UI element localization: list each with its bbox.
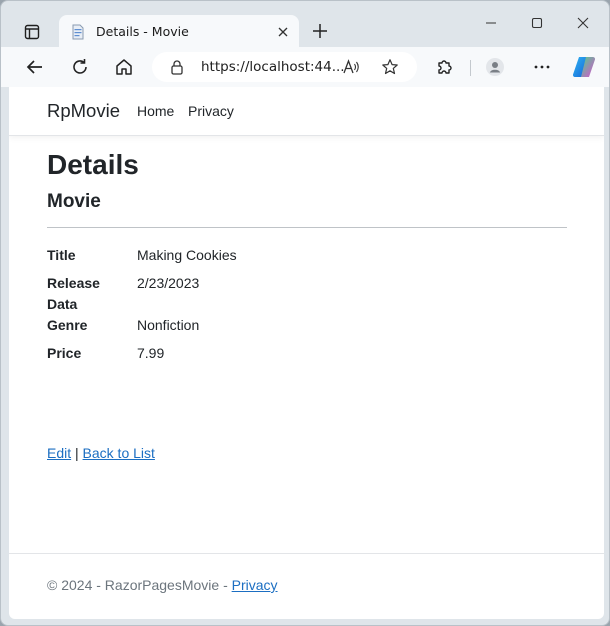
maximize-icon[interactable] [527, 13, 547, 33]
nav-link-privacy[interactable]: Privacy [188, 103, 234, 119]
read-aloud-icon[interactable] [342, 58, 360, 76]
browser-window: Details - Movie https://localhost:44... … [0, 0, 610, 626]
plus-icon[interactable] [311, 22, 329, 40]
tab-title: Details - Movie [96, 24, 189, 39]
footer-privacy-link[interactable]: Privacy [232, 577, 278, 593]
toolbar-divider [470, 60, 471, 76]
profile-icon[interactable] [485, 57, 505, 77]
home-icon[interactable] [114, 57, 134, 77]
field-label-title: Title [47, 247, 76, 263]
field-value-price: 7.99 [137, 345, 165, 361]
brand-link[interactable]: RpMovie [47, 100, 120, 122]
browser-toolbar: https://localhost:44... [1, 47, 609, 87]
address-bar[interactable]: https://localhost:44... [152, 52, 417, 82]
site-navbar: RpMovie Home Privacy [9, 87, 604, 136]
field-label-release-data: Release Data [47, 275, 100, 312]
more-icon[interactable] [532, 57, 552, 77]
back-arrow-icon[interactable] [25, 57, 45, 77]
footer-text: © 2024 - RazorPagesMovie - Privacy [47, 577, 278, 593]
url-text[interactable]: https://localhost:44... [201, 59, 345, 75]
back-to-list-link[interactable]: Back to List [83, 445, 155, 461]
field-value-release-data: 2/23/2023 [137, 275, 200, 291]
sidebar-icon[interactable] [19, 19, 45, 45]
divider [47, 227, 567, 228]
star-icon[interactable] [381, 58, 399, 76]
puzzle-icon[interactable] [435, 57, 455, 77]
tab-strip: Details - Movie [1, 1, 609, 49]
field-value-title: Making Cookies [137, 247, 237, 263]
edit-link[interactable]: Edit [47, 445, 71, 461]
nav-link-home[interactable]: Home [137, 103, 174, 119]
footer-copyright: © 2024 - RazorPagesMovie - [47, 577, 232, 593]
actions-separator: | [75, 445, 79, 461]
field-label-price: Price [47, 345, 82, 361]
actions: Edit | Back to List [47, 445, 155, 461]
page-subtitle: Movie [47, 191, 101, 212]
site-footer: © 2024 - RazorPagesMovie - Privacy [9, 553, 604, 619]
field-value-genre: Nonfiction [137, 317, 200, 333]
refresh-icon[interactable] [70, 57, 90, 77]
close-icon[interactable] [276, 25, 290, 39]
page-icon [72, 24, 84, 40]
tab-details-movie[interactable]: Details - Movie [59, 15, 299, 49]
close-icon[interactable] [573, 13, 593, 33]
minimize-icon[interactable] [481, 13, 501, 33]
field-label-genre: Genre [47, 317, 88, 333]
page-viewport: RpMovie Home Privacy Details Movie Title… [9, 87, 604, 619]
lock-icon[interactable] [169, 59, 185, 75]
page-title: Details [47, 149, 139, 180]
copilot-icon[interactable] [571, 55, 597, 79]
